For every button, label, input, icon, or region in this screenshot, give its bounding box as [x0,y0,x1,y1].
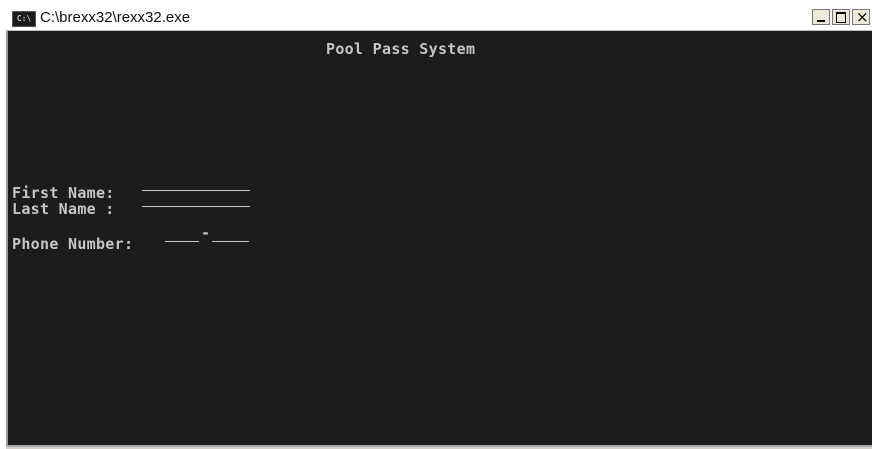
console-window: C:\ C:\brexx32\rexx32.exe × Pool Pass Sy… [6,6,872,449]
last-name-field[interactable] [142,206,250,207]
close-icon: × [856,8,869,26]
console-app-icon[interactable]: C:\ [12,11,36,27]
maximize-button[interactable] [832,9,850,25]
window-title: C:\brexx32\rexx32.exe [40,9,191,26]
phone-line-field[interactable] [212,241,249,242]
close-button[interactable]: × [852,8,870,26]
minimize-button[interactable] [812,9,830,25]
first-name-field[interactable] [142,190,250,191]
last-name-label: Last Name : [12,200,115,218]
phone-separator: - [201,224,211,242]
first-name-label: First Name: [12,184,115,202]
phone-prefix-field[interactable] [165,241,199,242]
window-frame-bottom [6,445,872,447]
title-bar[interactable]: C:\ C:\brexx32\rexx32.exe × [6,6,872,31]
page-title: Pool Pass System [326,40,476,58]
phone-number-label: Phone Number: [12,235,134,253]
console-output[interactable]: Pool Pass System First Name: Last Name :… [8,31,872,445]
